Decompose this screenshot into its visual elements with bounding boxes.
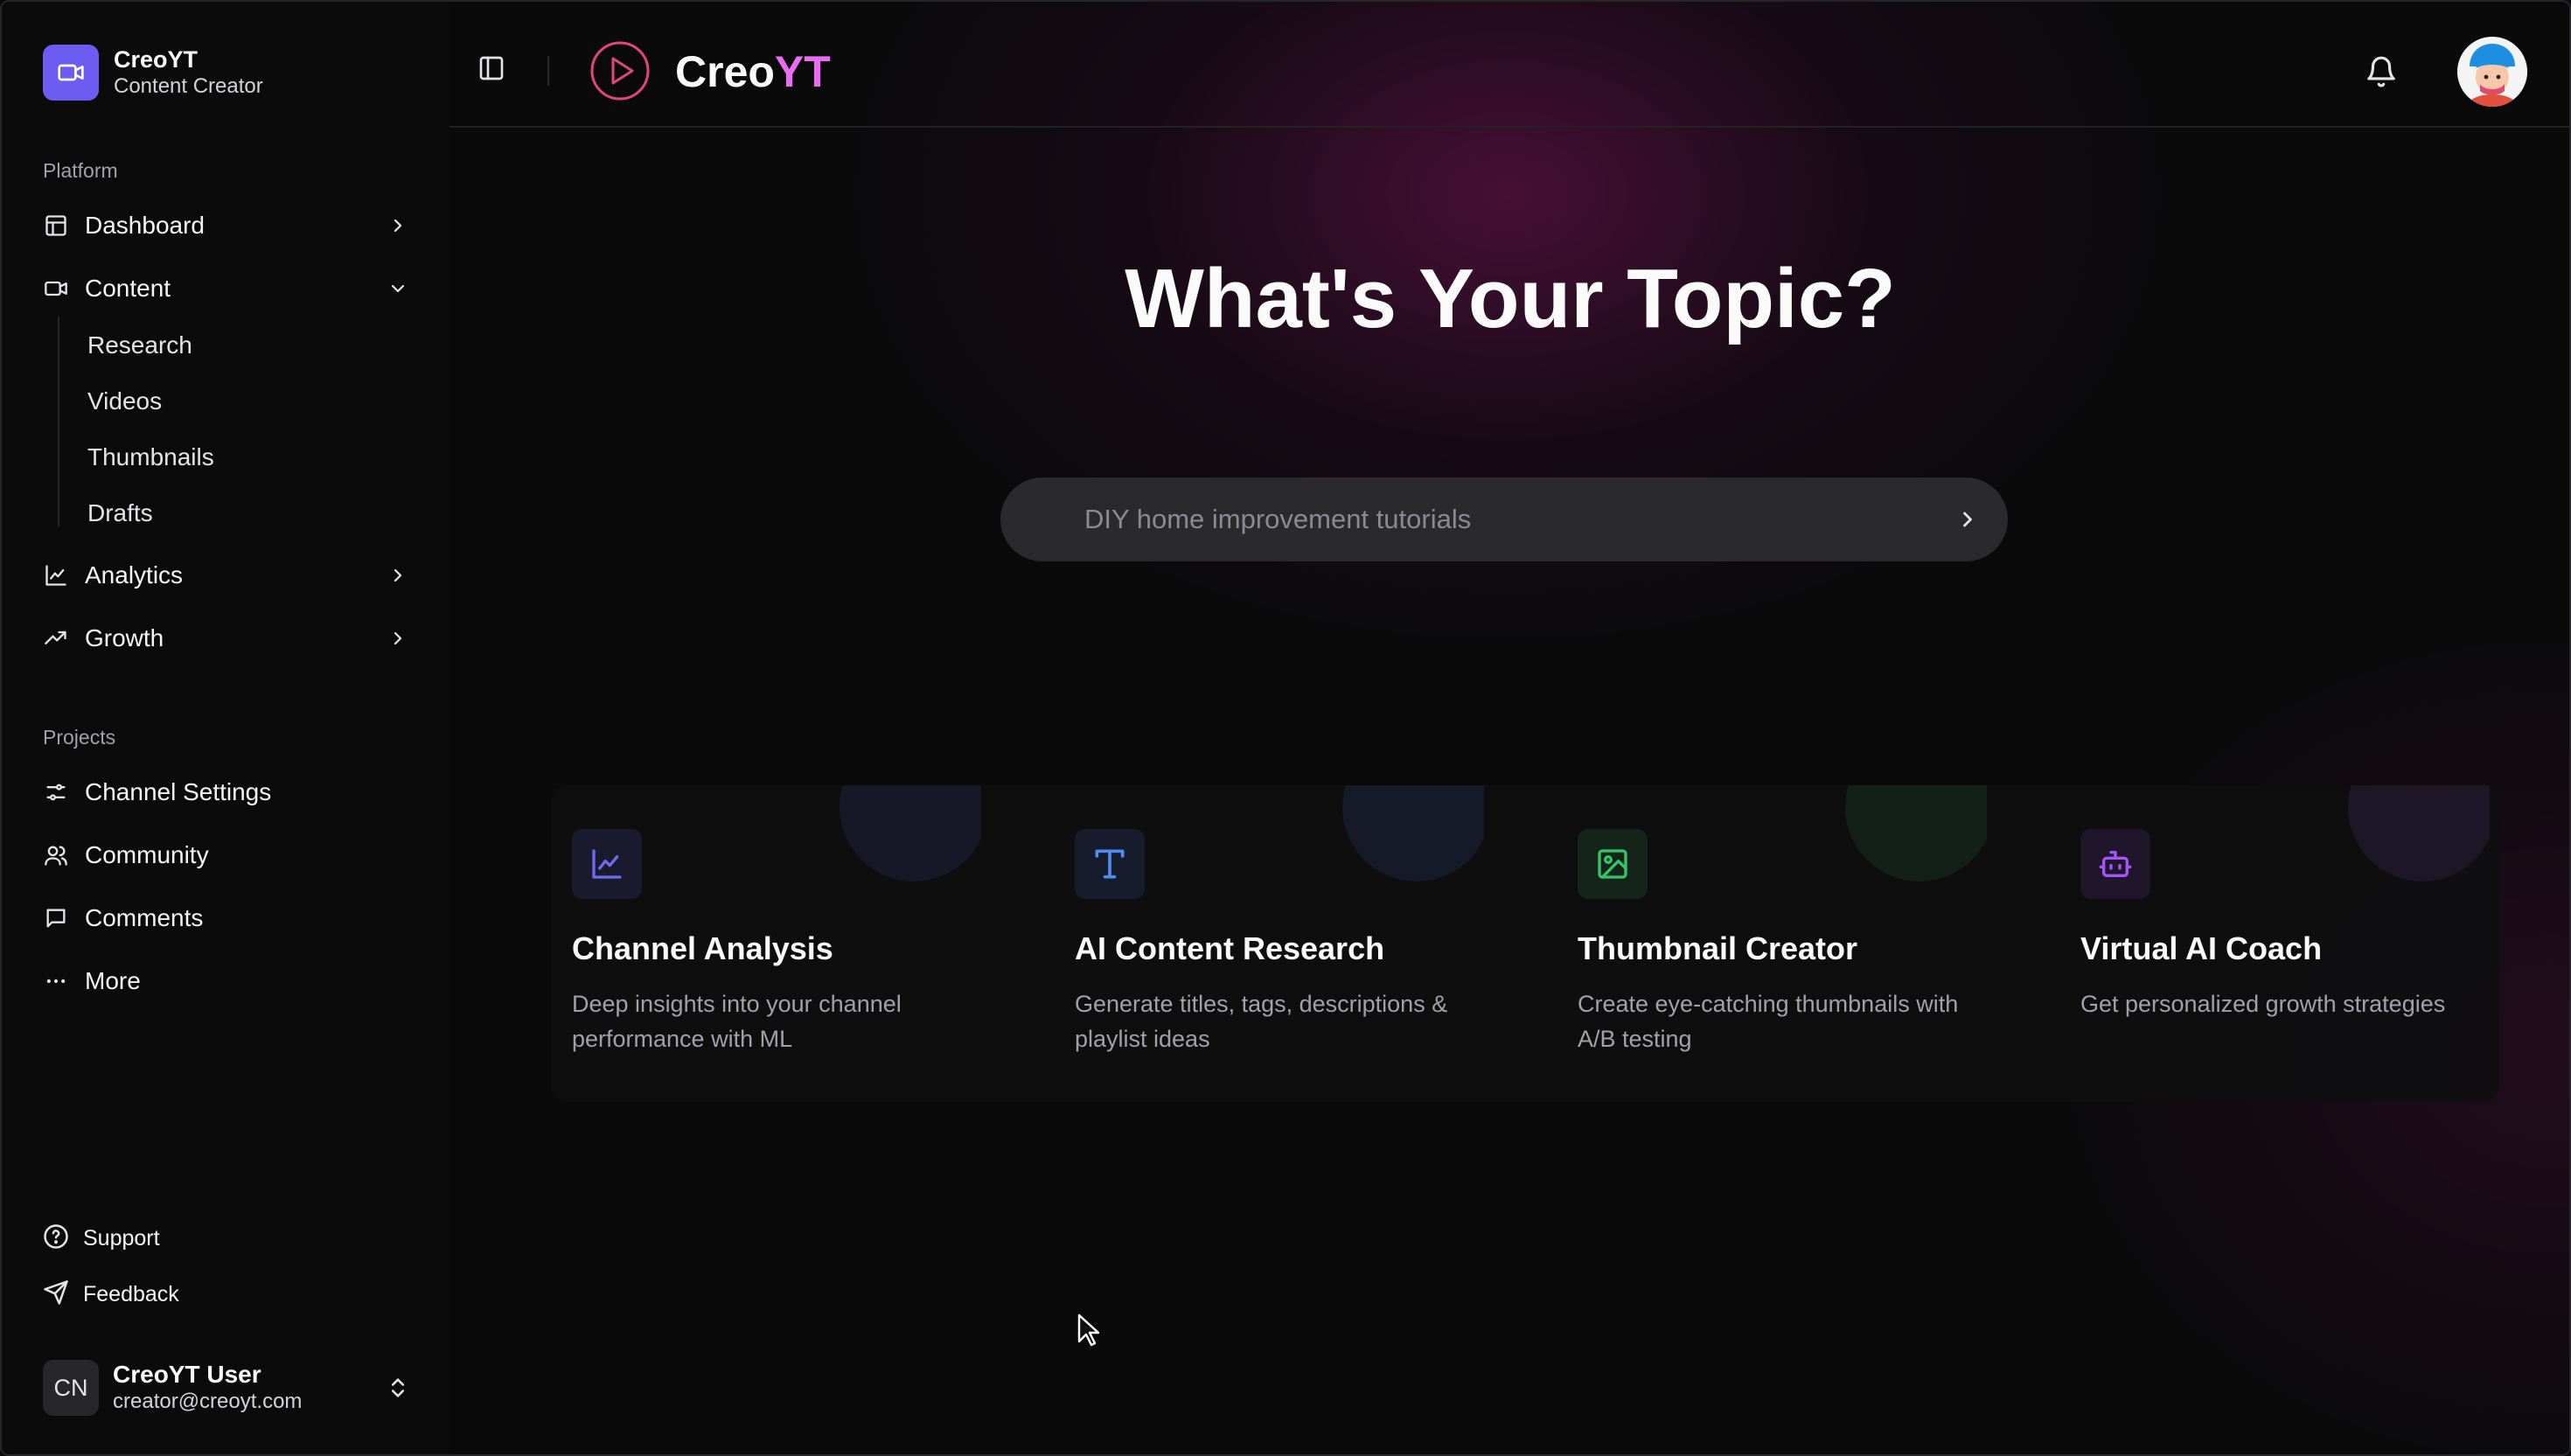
message-icon <box>43 905 69 931</box>
sidebar-subitem-drafts[interactable]: Drafts <box>87 491 153 535</box>
line-chart-icon <box>43 562 69 589</box>
feature-title: Thumbnail Creator <box>1578 930 1858 966</box>
feature-description: Create eye-catching thumbnails with A/B … <box>1578 991 1959 1052</box>
feature-card-thumbnail-creator[interactable]: Thumbnail Creator Create eye-catching th… <box>1567 785 1987 1102</box>
sidebar-item-more[interactable]: More <box>43 957 410 1006</box>
topic-search-input[interactable] <box>1084 504 1871 535</box>
image-icon <box>1578 829 1648 899</box>
help-icon <box>43 1223 69 1254</box>
app-title: CreoYT <box>675 47 831 96</box>
sidebar-item-comments[interactable]: Comments <box>43 894 410 943</box>
chevron-right-icon <box>1963 512 1972 527</box>
chart-icon <box>572 829 642 899</box>
sliders-icon <box>43 779 69 805</box>
feature-card-channel-analysis[interactable]: Channel Analysis Deep insights into your… <box>561 785 981 1102</box>
sidebar-item-label: Dashboard <box>85 212 205 239</box>
feature-description: Get personalized growth strategies <box>2080 991 2446 1017</box>
sidebar-item-community[interactable]: Community <box>43 831 410 880</box>
submenu-rail <box>58 317 59 526</box>
sidebar-item-label: Content <box>85 275 171 302</box>
sidebar-item-channel-settings[interactable]: Channel Settings <box>43 768 410 817</box>
chevron-right-icon <box>386 213 410 238</box>
sidebar-item-growth[interactable]: Growth <box>43 614 410 663</box>
chevron-down-icon <box>386 276 410 301</box>
more-icon <box>43 968 69 994</box>
play-logo-icon <box>589 40 651 101</box>
brand-subtitle: Content Creator <box>114 74 263 98</box>
feature-description: Deep insights into your channel performa… <box>572 991 902 1052</box>
user-menu[interactable]: CN CreoYT User creator@creoyt.com <box>43 1359 410 1417</box>
toolbar-divider <box>547 56 549 86</box>
sidebar-item-content[interactable]: Content <box>43 264 410 313</box>
sidebar-item-label: More <box>85 967 141 994</box>
sidebar-item-label: Support <box>83 1225 160 1250</box>
main-content: CreoYT What's Your Topic? DIY home impro… <box>449 2 2569 1454</box>
video-camera-icon <box>43 45 99 101</box>
card-decoration <box>840 785 981 881</box>
top-bar: CreoYT <box>449 2 2569 128</box>
feature-cards: Channel Analysis Deep insights into your… <box>551 785 2499 1102</box>
feature-title: Virtual AI Coach <box>2080 930 2323 966</box>
sidebar-item-support[interactable]: Support <box>43 1219 160 1257</box>
sidebar-toggle-button[interactable] <box>477 54 505 82</box>
panel-left-icon <box>479 56 504 80</box>
app-title-accent: YT <box>774 47 831 96</box>
sidebar-subitem-videos[interactable]: Videos <box>87 380 162 423</box>
app-window: CreoYT Content Creator Platform Dashboar… <box>0 0 2571 1456</box>
page-headline: What's Your Topic? <box>1125 252 1896 345</box>
card-decoration <box>1342 785 1484 881</box>
topic-search-bar <box>1000 477 2008 561</box>
feature-description: Generate titles, tags, descriptions & pl… <box>1075 991 1448 1052</box>
sidebar-subitem-research[interactable]: Research <box>87 324 192 367</box>
mouse-cursor-icon <box>1077 1313 1100 1348</box>
chevron-right-icon <box>386 626 410 651</box>
card-decoration <box>1845 785 1987 881</box>
notifications-button[interactable] <box>2365 54 2398 89</box>
section-label-projects: Projects <box>43 726 116 749</box>
type-icon <box>1075 829 1145 899</box>
sidebar-item-label: Feedback <box>83 1281 179 1306</box>
video-icon <box>43 275 69 302</box>
send-icon <box>43 1279 69 1310</box>
submit-topic-button[interactable] <box>1955 507 1980 532</box>
bell-icon <box>2367 56 2395 87</box>
sidebar-item-analytics[interactable]: Analytics <box>43 551 410 600</box>
user-name: CreoYT User <box>113 1361 261 1388</box>
sidebar-item-label: Comments <box>85 904 204 931</box>
feature-title: AI Content Research <box>1075 930 1385 966</box>
sidebar-item-label: Analytics <box>85 561 184 589</box>
sidebar-item-feedback[interactable]: Feedback <box>43 1275 179 1313</box>
feature-card-ai-content-research[interactable]: AI Content Research Generate titles, tag… <box>1064 785 1484 1102</box>
sidebar: CreoYT Content Creator Platform Dashboar… <box>2 2 449 1454</box>
bot-icon <box>2080 829 2150 899</box>
profile-avatar-icon <box>2457 37 2527 107</box>
brand-name: CreoYT <box>114 46 199 73</box>
users-icon <box>43 842 69 868</box>
sidebar-item-label: Channel Settings <box>85 778 272 805</box>
sidebar-item-label: Community <box>85 841 209 868</box>
chevron-right-icon <box>386 563 410 588</box>
trending-up-icon <box>43 625 69 651</box>
feature-title: Channel Analysis <box>572 930 833 966</box>
section-label-platform: Platform <box>43 159 118 182</box>
chevrons-up-down-icon <box>386 1374 410 1406</box>
sidebar-subitem-thumbnails[interactable]: Thumbnails <box>87 435 214 479</box>
sidebar-item-label: Growth <box>85 624 164 651</box>
brand-switcher[interactable]: CreoYT Content Creator <box>43 45 263 101</box>
feature-card-virtual-ai-coach[interactable]: Virtual AI Coach Get personalized growth… <box>2070 785 2490 1102</box>
profile-avatar-button[interactable] <box>2457 37 2527 107</box>
app-title-main: Creo <box>675 47 775 96</box>
user-email: creator@creoyt.com <box>113 1390 303 1413</box>
sidebar-item-dashboard[interactable]: Dashboard <box>43 201 410 250</box>
layout-icon <box>43 212 69 239</box>
card-decoration <box>2348 785 2490 881</box>
avatar: CN <box>43 1360 99 1416</box>
